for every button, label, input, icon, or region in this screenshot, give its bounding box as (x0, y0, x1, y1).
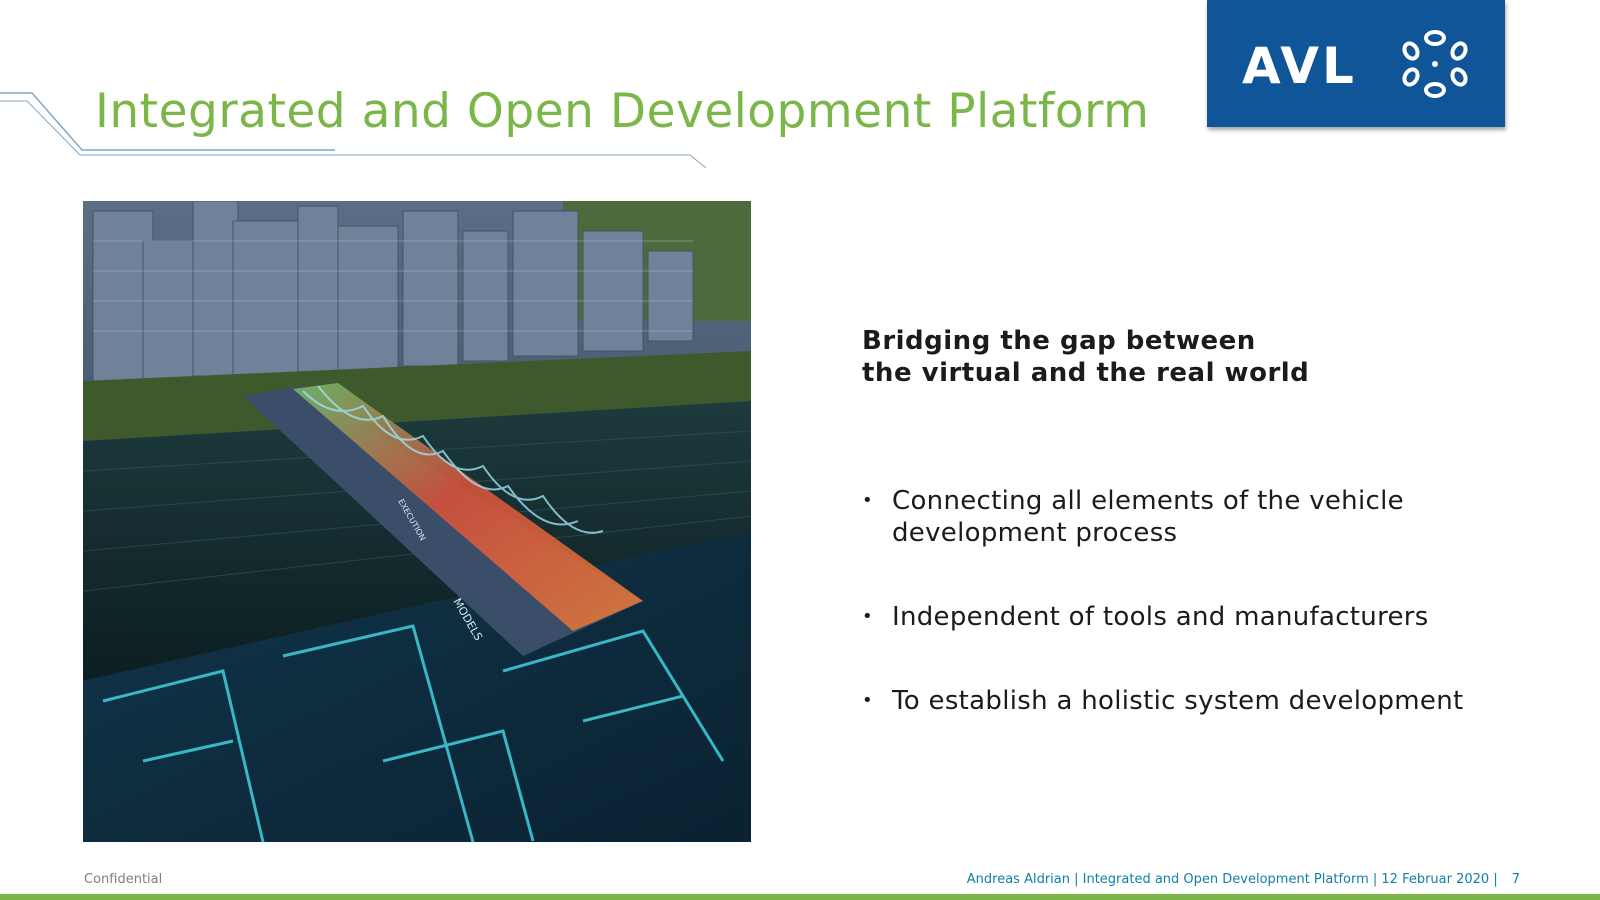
bullet-item: • To establish a holistic system developm… (862, 685, 1562, 717)
footer-confidential: Confidential (84, 872, 163, 887)
footer-info-text: Andreas Aldrian | Integrated and Open De… (966, 872, 1498, 887)
avl-logo: AVL (1207, 0, 1505, 127)
avl-emblem-icon (1402, 30, 1468, 98)
bullet-item: • Connecting all elements of the vehicle … (862, 485, 1562, 549)
subheading: Bridging the gap between the virtual and… (862, 325, 1562, 389)
page-number: 7 (1511, 872, 1520, 887)
slide-title: Integrated and Open Development Platform (95, 84, 1150, 139)
bullet-text: Connecting all elements of the vehicle d… (892, 486, 1404, 548)
content-panel: Bridging the gap between the virtual and… (862, 325, 1562, 716)
bullet-item: • Independent of tools and manufacturers (862, 601, 1562, 633)
bullet-text: Independent of tools and manufacturers (892, 602, 1429, 632)
subheading-line-2: the virtual and the real world (862, 358, 1310, 388)
bridge-city-illustration: MODELS EXECUTION (83, 201, 751, 842)
bullet-dot-icon: • (862, 490, 873, 511)
bullet-text: To establish a holistic system developme… (892, 686, 1464, 716)
bullet-dot-icon: • (862, 690, 873, 711)
logo-text: AVL (1242, 37, 1357, 95)
footer-info: Andreas Aldrian | Integrated and Open De… (967, 872, 1520, 887)
bullet-dot-icon: • (862, 606, 873, 627)
subheading-line-1: Bridging the gap between (862, 326, 1256, 356)
bottom-accent-bar (0, 894, 1600, 900)
bullet-list: • Connecting all elements of the vehicle … (862, 485, 1562, 717)
